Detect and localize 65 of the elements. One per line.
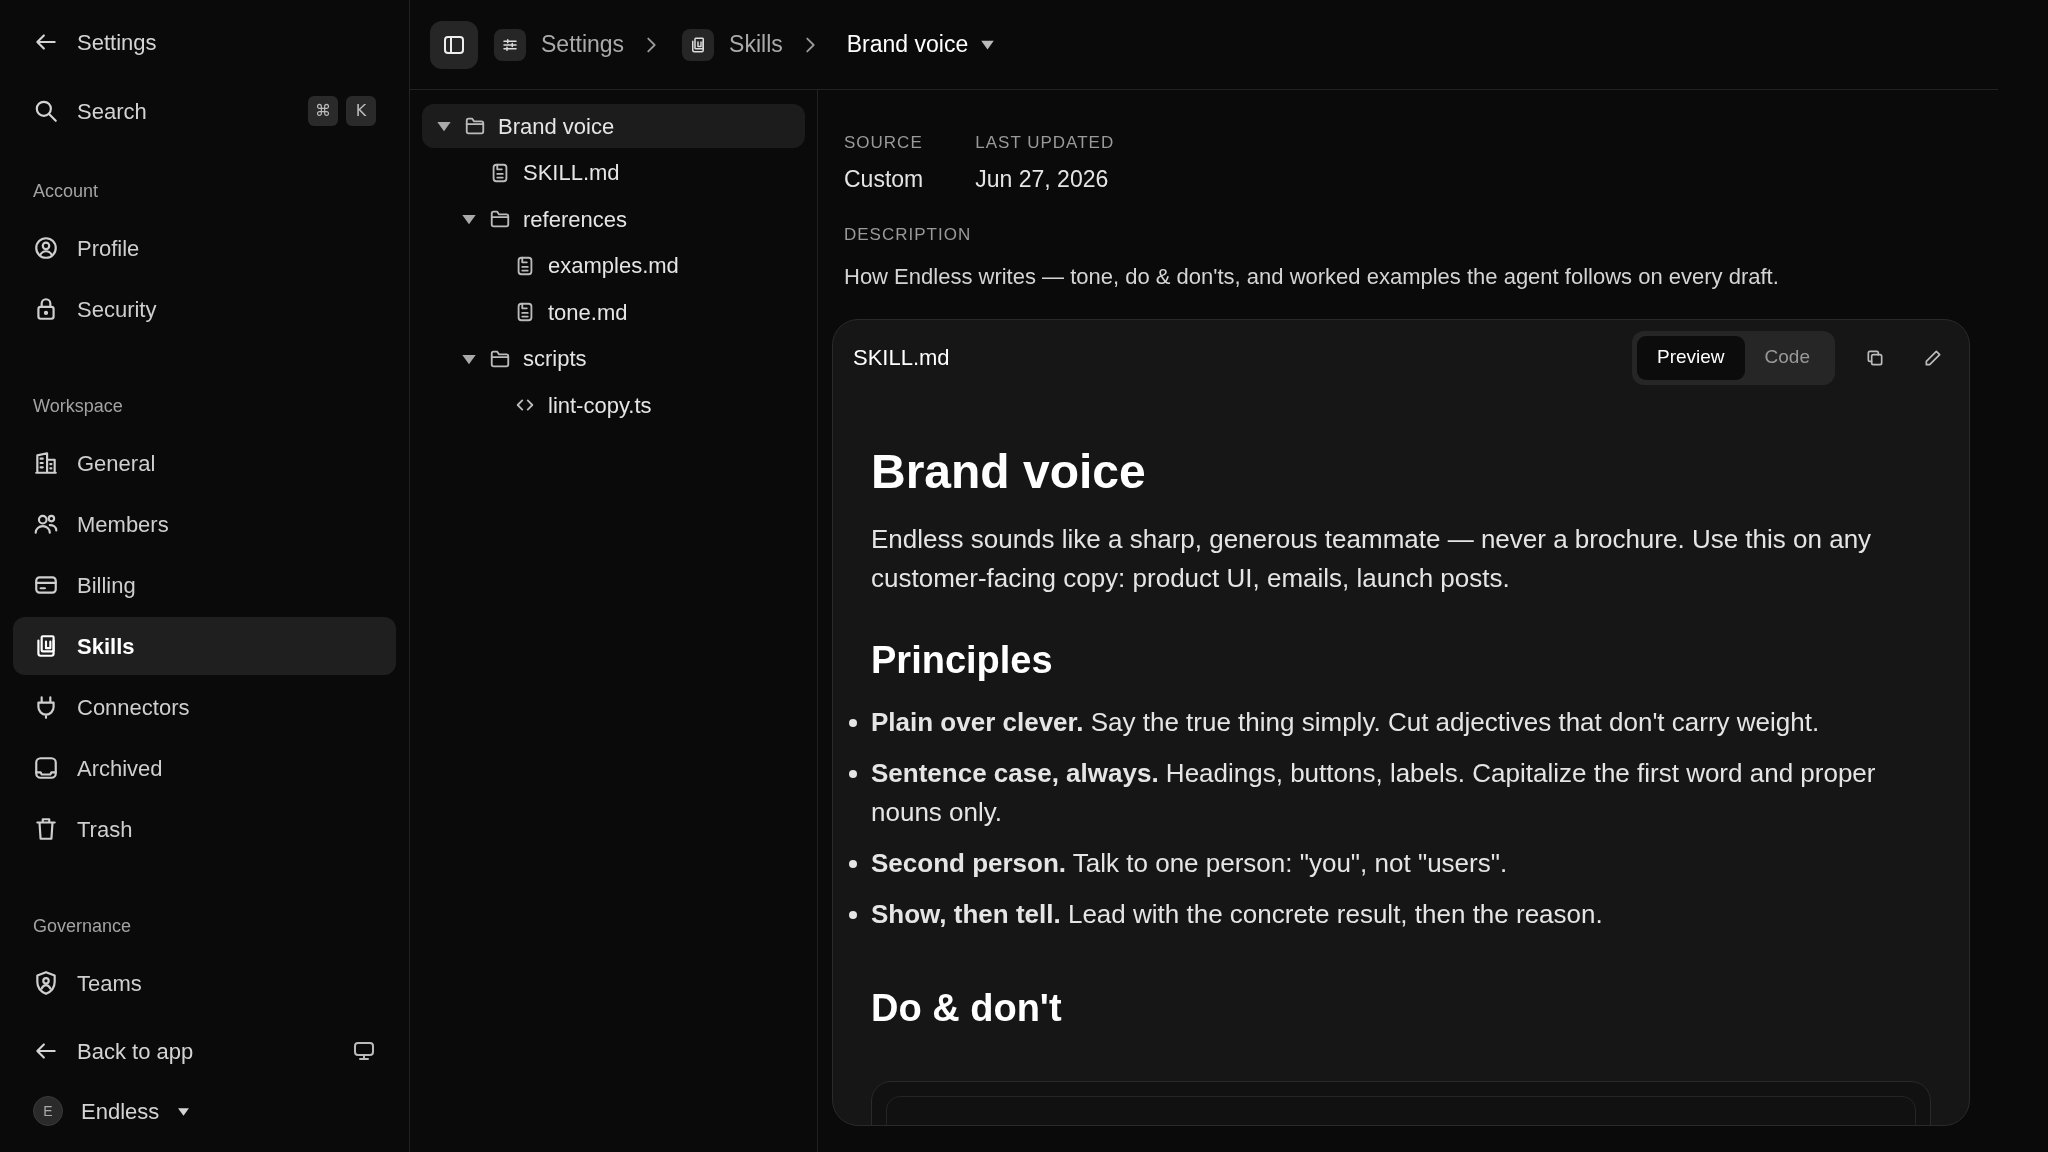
avatar: E — [33, 1096, 63, 1126]
workspace-switcher[interactable]: E Endless — [13, 1088, 396, 1134]
document-heading: Brand voice — [871, 443, 1147, 500]
sidebar-item[interactable]: Connectors — [13, 678, 396, 736]
search-button[interactable]: Search — [33, 94, 147, 128]
breadcrumb-link[interactable]: Settings — [541, 27, 625, 62]
section-heading: Account — [32, 180, 100, 203]
sidebar-toggle-button[interactable] — [430, 20, 478, 69]
sidebar-item[interactable]: Skills — [13, 617, 396, 675]
sidebar-item[interactable]: Members — [13, 495, 396, 553]
tree-item[interactable]: Brand voice — [422, 104, 805, 148]
sidebar-item[interactable]: Profile — [13, 219, 396, 277]
tree-item[interactable]: examples.md — [422, 243, 805, 288]
tree-item[interactable]: tone.md — [422, 290, 805, 334]
trash-icon — [33, 816, 59, 842]
shortcut-key: ⌘ — [308, 96, 338, 126]
sidebar-item[interactable]: General — [13, 434, 396, 492]
breadcrumb-current[interactable]: Brand voice — [846, 27, 996, 62]
pencil-icon — [1923, 347, 1943, 368]
section-heading: Workspace — [32, 395, 124, 418]
display-button[interactable] — [352, 1039, 376, 1063]
back-to-app-link[interactable]: Back to app — [33, 1034, 194, 1068]
folder-icon — [464, 115, 486, 137]
field-label: DESCRIPTION — [844, 224, 973, 246]
bullet-icon — [849, 718, 857, 727]
sidebar-item[interactable]: Trash — [13, 800, 396, 858]
breadcrumb-link[interactable]: Skills — [729, 27, 783, 62]
tree-item[interactable]: lint-copy.ts — [422, 383, 805, 427]
paragraph: Endless sounds like a sharp, generous teammate — never a brochure. Use this on any customer-facing copy: product UI, emails, launch posts. — [871, 522, 1873, 595]
sliders-icon — [494, 28, 526, 61]
field-label: LAST UPDATED — [975, 132, 1115, 154]
shortcut-key: K — [346, 96, 376, 126]
folder-icon — [489, 208, 511, 230]
list-item: Second person. Talk to one person: "you", not "users". — [871, 846, 1508, 880]
sidebar-item[interactable]: Archived — [13, 739, 396, 797]
tree-item[interactable]: scripts — [422, 336, 805, 381]
monitor-icon — [352, 1039, 376, 1063]
list-item: Plain over clever. Say the true thing simply. Cut adjectives that don't carry weight. — [871, 705, 1820, 739]
view-tab[interactable]: Code — [1744, 335, 1830, 380]
shield-user-icon — [33, 970, 59, 996]
list-item: Sentence case, always. Headings, buttons, labels. Capitalize the first word and proper nouns only. — [871, 756, 1877, 829]
bullet-icon — [849, 769, 857, 778]
search-icon — [33, 98, 59, 124]
list-item: Show, then tell. Lead with the concrete result, then the reason. — [871, 897, 1603, 931]
tray-icon — [33, 755, 59, 781]
bullet-icon — [849, 859, 857, 868]
user-circle-icon — [33, 235, 59, 261]
sidebar-item[interactable]: Teams — [13, 954, 396, 1012]
book-icon — [682, 28, 715, 61]
field-label: SOURCE — [844, 132, 924, 154]
description-text: How Endless writes — tone, do & don'ts, and worked examples the agent follows on every draft. — [844, 262, 1780, 291]
back-link[interactable]: Settings — [13, 22, 396, 62]
section-heading: Principles — [871, 637, 1054, 683]
tree-item[interactable]: SKILL.md — [422, 150, 805, 195]
bullet-icon — [849, 910, 857, 919]
tree-item[interactable]: references — [422, 197, 805, 241]
building-icon — [33, 450, 59, 476]
section-heading: Governance — [32, 915, 133, 938]
section-heading: Do & don't — [871, 985, 1063, 1031]
sidebar-item[interactable]: Billing — [13, 556, 396, 614]
field-value: Jun 27, 2026 — [975, 164, 1110, 194]
view-tab[interactable]: Preview — [1637, 335, 1745, 380]
field-value: Custom — [844, 164, 924, 194]
file-name: SKILL.md — [853, 344, 950, 372]
sidebar-item[interactable]: Security — [13, 280, 396, 338]
